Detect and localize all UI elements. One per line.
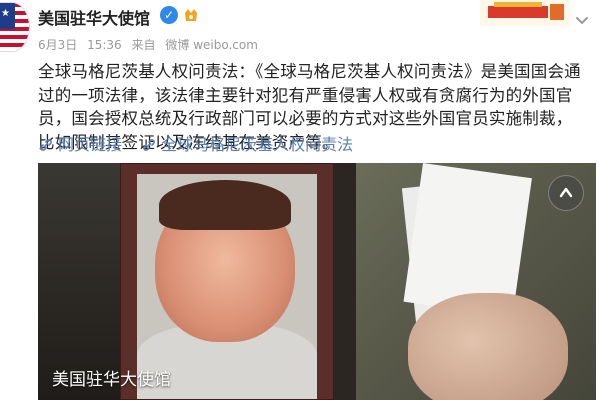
source-prefix: 来自 — [131, 38, 156, 52]
post-image[interactable]: 美国驻华大使馆 — [38, 163, 596, 400]
avatar[interactable]: ★ — [0, 2, 30, 52]
law-link[interactable]: 全球马格尼茨基人权问责法 — [141, 135, 353, 155]
chevron-down-icon[interactable] — [572, 10, 592, 30]
link-icon — [143, 139, 155, 151]
image-hand — [408, 293, 568, 400]
post-links: 网页链接 全球马格尼茨基人权问责法 — [38, 135, 367, 158]
decoration-image — [480, 0, 570, 26]
portrait-hair — [159, 180, 291, 230]
web-link-label: 网页链接 — [58, 135, 123, 154]
account-name[interactable]: 美国驻华大使馆 — [38, 5, 150, 29]
image-watermark: 美国驻华大使馆 — [52, 370, 171, 390]
post-header: ★ 美国驻华大使馆 ✓ 6月3日 15:36 来自 微博 weibo.com — [0, 0, 600, 56]
web-link[interactable]: 网页链接 — [38, 135, 122, 155]
post-meta: 6月3日 15:36 来自 微博 weibo.com — [38, 36, 264, 53]
law-link-label: 全球马格尼茨基人权问责法 — [161, 135, 354, 154]
star-icon: ★ — [1, 8, 10, 19]
link-icon — [40, 139, 52, 151]
post-time[interactable]: 15:36 — [87, 38, 122, 52]
verified-check-icon: ✓ — [160, 6, 178, 24]
member-badge-icon — [185, 9, 197, 21]
share-icon[interactable] — [548, 175, 584, 211]
post-source: 微博 weibo.com — [165, 38, 258, 52]
post-date[interactable]: 6月3日 — [38, 38, 77, 52]
